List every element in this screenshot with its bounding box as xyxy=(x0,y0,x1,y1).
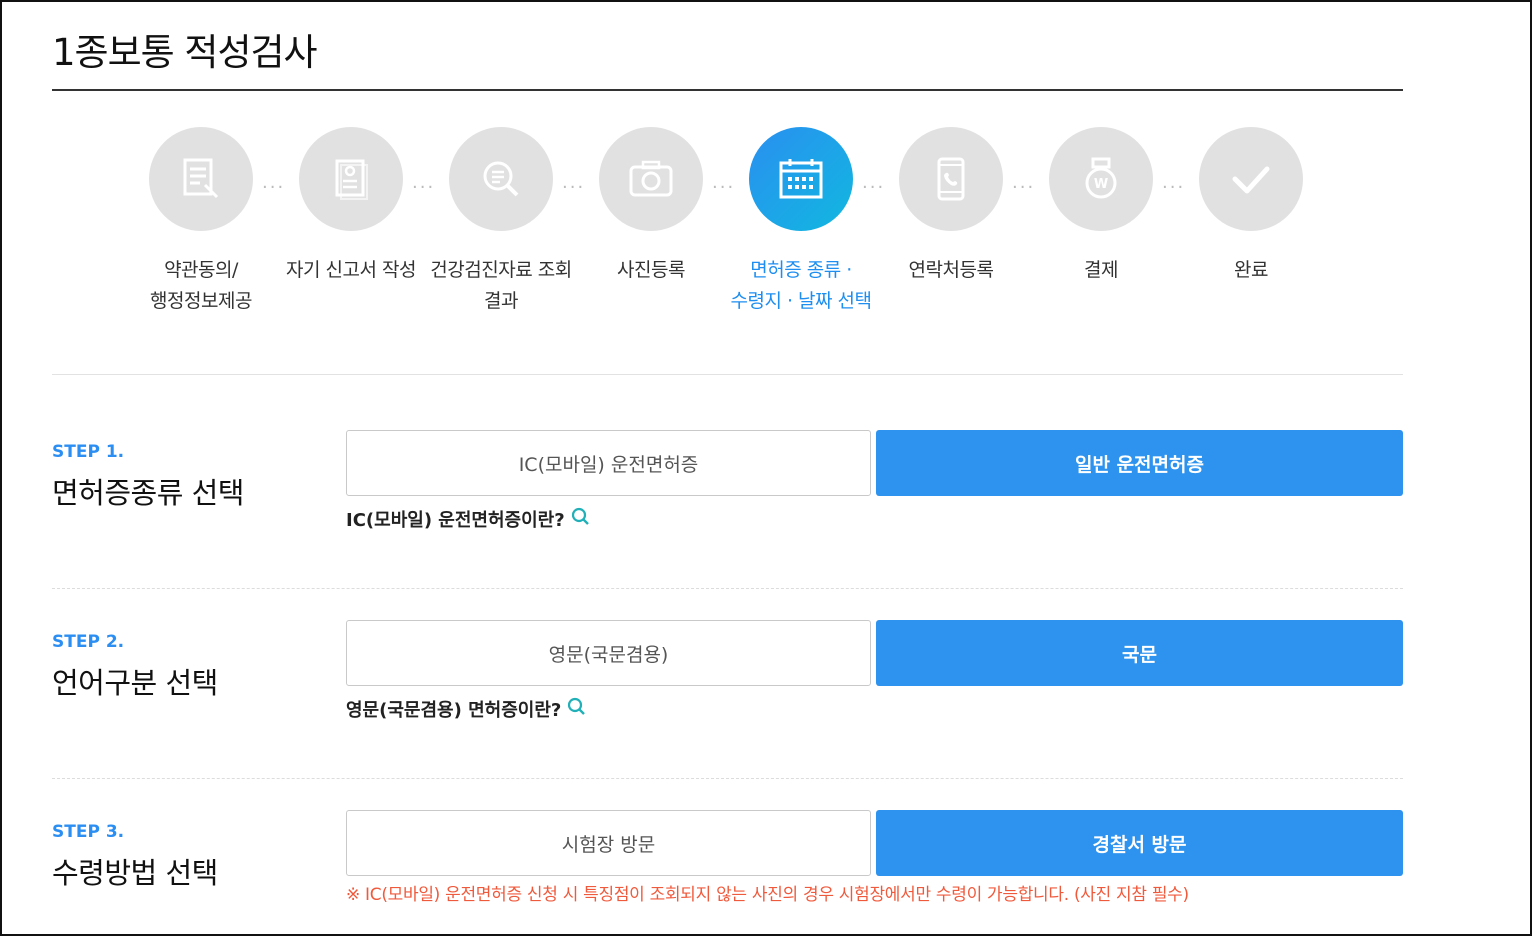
svg-text:W: W xyxy=(1094,177,1108,192)
magnifier-icon xyxy=(571,507,591,532)
step3-number: STEP 3. xyxy=(52,822,125,842)
step-label: 완료 xyxy=(1234,259,1268,281)
steps-divider xyxy=(52,374,1403,375)
search-document-icon xyxy=(449,127,553,231)
section-divider xyxy=(52,778,1403,779)
step-label: 면허증 종류 · 수령지 · 날짜 선택 xyxy=(730,259,872,312)
check-icon xyxy=(1199,127,1303,231)
page-title: 1종보통 적성검사 xyxy=(52,31,318,74)
title-divider xyxy=(52,89,1403,91)
step-label: 연락처등록 xyxy=(908,259,994,281)
step2-number: STEP 2. xyxy=(52,632,125,652)
step-self-report: 자기 신고서 작성 xyxy=(271,127,431,286)
step-label: 결제 xyxy=(1084,259,1118,281)
pickup-notice: ※ IC(모바일) 운전면허증 신청 시 특징점이 조회되지 않는 사진의 경우… xyxy=(346,885,1189,905)
ic-license-button[interactable]: IC(모바일) 운전면허증 xyxy=(346,430,871,496)
step-label: 사진등록 xyxy=(617,259,685,281)
help-text: IC(모바일) 운전면허증이란? xyxy=(346,510,565,531)
magnifier-icon xyxy=(567,697,587,722)
step-terms: 약관동의/ 행정정보제공 xyxy=(121,127,281,317)
step-license-type: 면허증 종류 · 수령지 · 날짜 선택 xyxy=(721,127,881,317)
step-complete: 완료 xyxy=(1171,127,1331,286)
step1-number: STEP 1. xyxy=(52,442,125,462)
help-text: 영문(국문겸용) 면허증이란? xyxy=(346,700,562,721)
step3-title: 수령방법 선택 xyxy=(52,856,218,890)
test-site-visit-button[interactable]: 시험장 방문 xyxy=(346,810,871,876)
step-label: 약관동의/ 행정정보제공 xyxy=(150,259,252,312)
step-label: 건강검진자료 조회 결과 xyxy=(430,259,572,312)
calendar-icon xyxy=(749,127,853,231)
step1-title: 면허증종류 선택 xyxy=(52,476,244,510)
step2-title: 언어구분 선택 xyxy=(52,666,218,700)
document-pen-icon xyxy=(149,127,253,231)
step-contact: 연락처등록 xyxy=(871,127,1031,286)
english-license-button[interactable]: 영문(국문겸용) xyxy=(346,620,871,686)
payment-bag-icon: W xyxy=(1049,127,1153,231)
regular-license-button[interactable]: 일반 운전면허증 xyxy=(876,430,1403,496)
step-photo: 사진등록 xyxy=(571,127,731,286)
camera-icon xyxy=(599,127,703,231)
ic-license-help-link[interactable]: IC(모바일) 운전면허증이란? xyxy=(346,506,591,532)
step-payment: W 결제 xyxy=(1021,127,1181,286)
id-document-icon xyxy=(299,127,403,231)
english-license-help-link[interactable]: 영문(국문겸용) 면허증이란? xyxy=(346,696,587,722)
section-divider xyxy=(52,588,1403,589)
step-health-check: 건강검진자료 조회 결과 xyxy=(421,127,581,317)
police-station-visit-button[interactable]: 경찰서 방문 xyxy=(876,810,1403,876)
korean-license-button[interactable]: 국문 xyxy=(876,620,1403,686)
step-label: 자기 신고서 작성 xyxy=(286,259,416,281)
phone-icon xyxy=(899,127,1003,231)
progress-steps: 약관동의/ 행정정보제공 ··· 자기 신고서 작성 ··· 건강검진자료 조회… xyxy=(0,127,1532,327)
